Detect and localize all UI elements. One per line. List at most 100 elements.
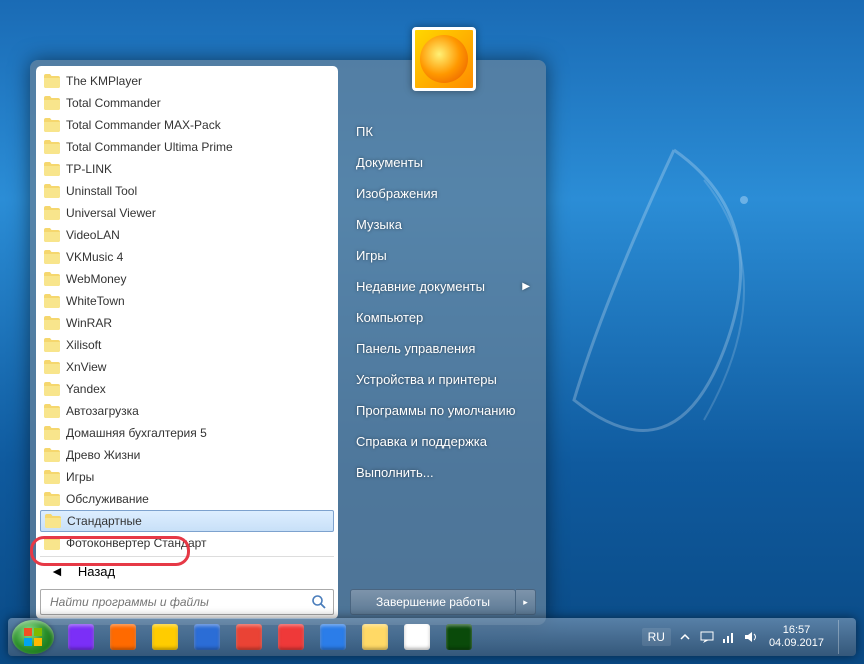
folder-icon: [44, 118, 60, 132]
program-label: XnView: [66, 360, 106, 374]
app-icon: [68, 624, 94, 650]
folder-icon: [44, 448, 60, 462]
right-menu-label: ПК: [356, 124, 373, 139]
right-menu-item[interactable]: ПК: [350, 116, 536, 147]
folder-icon: [44, 360, 60, 374]
right-menu-item[interactable]: Игры: [350, 240, 536, 271]
folder-icon: [44, 96, 60, 110]
right-menu-label: Выполнить...: [356, 465, 434, 480]
taskbar-app-chrome[interactable]: [229, 622, 269, 652]
shutdown-options-button[interactable]: ▸: [516, 589, 536, 615]
clock[interactable]: 16:57 04.09.2017: [765, 624, 828, 650]
right-menu-item[interactable]: Выполнить...: [350, 457, 536, 488]
taskbar-app-maxthon[interactable]: [313, 622, 353, 652]
program-folder-item[interactable]: Стандартные: [40, 510, 334, 532]
program-label: Total Commander: [66, 96, 161, 110]
right-menu-label: Недавние документы: [356, 279, 485, 294]
right-menu-item[interactable]: Справка и поддержка: [350, 426, 536, 457]
right-menu-label: Программы по умолчанию: [356, 403, 515, 418]
right-menu-item[interactable]: Музыка: [350, 209, 536, 240]
action-center-icon[interactable]: [699, 629, 715, 645]
start-menu-right-panel: ПК Документы ИзображенияМузыка Игры Недавние…: [338, 66, 540, 619]
system-tray: RU 16:57 04.09.2017: [642, 620, 852, 654]
program-folder-item[interactable]: TP-LINK: [40, 158, 334, 180]
folder-icon: [44, 536, 60, 550]
taskbar-app-player-orange[interactable]: [103, 622, 143, 652]
taskbar-app-vivaldi[interactable]: [271, 622, 311, 652]
program-label: WinRAR: [66, 316, 112, 330]
program-label: TP-LINK: [66, 162, 112, 176]
folder-icon: [44, 382, 60, 396]
taskbar-app-player-purple[interactable]: [61, 622, 101, 652]
folder-icon: [44, 74, 60, 88]
taskbar-app-yandex[interactable]: [145, 622, 185, 652]
program-folder-item[interactable]: Total Commander Ultima Prime: [40, 136, 334, 158]
program-folder-item[interactable]: The KMPlayer: [40, 70, 334, 92]
program-folder-item[interactable]: Яндекс: [40, 554, 334, 556]
program-label: WebMoney: [66, 272, 126, 286]
program-folder-item[interactable]: Игры: [40, 466, 334, 488]
program-folder-item[interactable]: Universal Viewer: [40, 202, 334, 224]
language-indicator[interactable]: RU: [642, 628, 671, 646]
program-folder-item[interactable]: Uninstall Tool: [40, 180, 334, 202]
start-button[interactable]: [12, 620, 54, 654]
taskbar-app-terminal[interactable]: [439, 622, 479, 652]
right-menu-item[interactable]: Документы: [350, 147, 536, 178]
taskbar: RU 16:57 04.09.2017: [8, 618, 856, 656]
back-button[interactable]: ◄ Назад: [40, 556, 334, 585]
volume-icon[interactable]: [743, 629, 759, 645]
tray-chevron-icon[interactable]: [677, 629, 693, 645]
user-picture[interactable]: [412, 27, 476, 91]
program-folder-item[interactable]: WebMoney: [40, 268, 334, 290]
folder-icon: [44, 338, 60, 352]
right-menu-label: Документы: [356, 155, 423, 170]
folder-icon: [44, 492, 60, 506]
program-folder-item[interactable]: Xilisoft: [40, 334, 334, 356]
show-desktop-button[interactable]: [838, 620, 848, 654]
program-label: Total Commander MAX-Pack: [66, 118, 221, 132]
taskbar-app-ie[interactable]: [187, 622, 227, 652]
back-arrow-icon: ◄: [50, 563, 64, 579]
program-label: Стандартные: [67, 514, 142, 528]
right-menu-item[interactable]: Недавние документы ▶: [350, 271, 536, 302]
program-folder-item[interactable]: WhiteTown: [40, 290, 334, 312]
right-menu-item[interactable]: Изображения: [350, 178, 536, 209]
program-folder-item[interactable]: VideoLAN: [40, 224, 334, 246]
program-folder-item[interactable]: Yandex: [40, 378, 334, 400]
shutdown-button[interactable]: Завершение работы: [350, 589, 516, 615]
search-input[interactable]: [47, 592, 311, 612]
program-folder-item[interactable]: XnView: [40, 356, 334, 378]
program-folder-item[interactable]: Домашняя бухгалтерия 5: [40, 422, 334, 444]
program-folder-item[interactable]: Total Commander: [40, 92, 334, 114]
taskbar-app-panda[interactable]: [397, 622, 437, 652]
program-folder-item[interactable]: Total Commander MAX-Pack: [40, 114, 334, 136]
right-menu-item[interactable]: Программы по умолчанию: [350, 395, 536, 426]
taskbar-app-explorer[interactable]: [355, 622, 395, 652]
folder-icon: [45, 514, 61, 528]
folder-icon: [44, 404, 60, 418]
app-icon: [236, 624, 262, 650]
submenu-arrow-icon: ▶: [522, 281, 530, 292]
program-folder-item[interactable]: Автозагрузка: [40, 400, 334, 422]
app-icon: [362, 624, 388, 650]
right-menu-item[interactable]: Панель управления: [350, 333, 536, 364]
program-folder-item[interactable]: VKMusic 4: [40, 246, 334, 268]
folder-icon: [44, 426, 60, 440]
program-label: Universal Viewer: [66, 206, 156, 220]
program-label: VideoLAN: [66, 228, 120, 242]
app-icon: [404, 624, 430, 650]
app-icon: [194, 624, 220, 650]
all-programs-list[interactable]: The KMPlayer Total Commander Total Command…: [40, 70, 334, 556]
folder-icon: [44, 206, 60, 220]
network-icon[interactable]: [721, 629, 737, 645]
right-menu-item[interactable]: Компьютер: [350, 302, 536, 333]
search-box[interactable]: [40, 589, 334, 615]
folder-icon: [44, 140, 60, 154]
right-menu-label: Игры: [356, 248, 387, 263]
program-folder-item[interactable]: Фотоконвертер Стандарт: [40, 532, 334, 554]
program-folder-item[interactable]: Древо Жизни: [40, 444, 334, 466]
program-label: Автозагрузка: [66, 404, 139, 418]
program-folder-item[interactable]: Обслуживание: [40, 488, 334, 510]
right-menu-item[interactable]: Устройства и принтеры: [350, 364, 536, 395]
program-folder-item[interactable]: WinRAR: [40, 312, 334, 334]
